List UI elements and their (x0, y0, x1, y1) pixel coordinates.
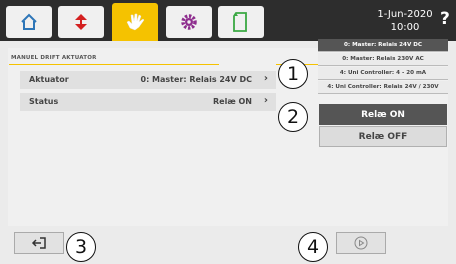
top-bar: 1-Jun-2020 10:00 ? (0, 0, 456, 41)
help-button[interactable]: ? (440, 9, 450, 29)
tab-files[interactable] (218, 6, 264, 38)
dropdown-option-selected[interactable]: 0: Master: Relais 24V DC (318, 39, 448, 52)
relay-off-option[interactable]: Relæ OFF (319, 126, 447, 147)
row-aktuator[interactable]: Aktuator 0: Master: Relais 24V DC › (20, 71, 276, 89)
home-icon (21, 13, 37, 30)
chevron-right-icon: › (263, 95, 268, 106)
time-label: 10:00 (390, 22, 420, 33)
row-label: Status (29, 97, 59, 106)
play-circle-icon (354, 236, 368, 250)
chevron-right-icon: › (263, 73, 268, 84)
callout-2: 2 (278, 102, 308, 132)
datetime: 1-Jun-2020 10:00 (360, 8, 450, 34)
row-value: 0: Master: Relais 24V DC (140, 75, 253, 84)
tab-control[interactable] (58, 6, 104, 38)
screen: 1-Jun-2020 10:00 ? MANUEL DRIFT AKTUATOR… (0, 0, 456, 264)
tab-manual[interactable] (112, 3, 158, 41)
dropdown-option[interactable]: 4: Uni Controller: Relais 24V / 230V (318, 81, 448, 94)
callout-1: 1 (278, 59, 308, 89)
tab-home[interactable] (6, 6, 52, 38)
title-underline (9, 64, 219, 65)
exit-icon (31, 237, 46, 249)
panel-title: MANUEL DRIFT AKTUATOR (11, 55, 97, 61)
hand-icon (126, 13, 145, 31)
folder-icon (233, 12, 247, 32)
tab-settings[interactable] (166, 6, 212, 38)
dropdown-option[interactable]: 0: Master: Relais 230V AC (318, 53, 448, 66)
arrows-icon (75, 14, 87, 30)
row-status[interactable]: Status Relæ ON › (20, 93, 276, 111)
row-label: Aktuator (29, 75, 69, 84)
next-button[interactable] (336, 232, 386, 254)
row-value: Relæ ON (213, 97, 252, 106)
back-button[interactable] (14, 232, 64, 254)
callout-3: 3 (66, 232, 96, 262)
date-label: 1-Jun-2020 (377, 9, 433, 20)
callout-4: 4 (298, 232, 328, 262)
relay-on-option[interactable]: Relæ ON (319, 104, 447, 125)
dropdown-option[interactable]: 4: Uni Controller: 4 - 20 mA (318, 67, 448, 80)
gear-icon (181, 14, 197, 30)
